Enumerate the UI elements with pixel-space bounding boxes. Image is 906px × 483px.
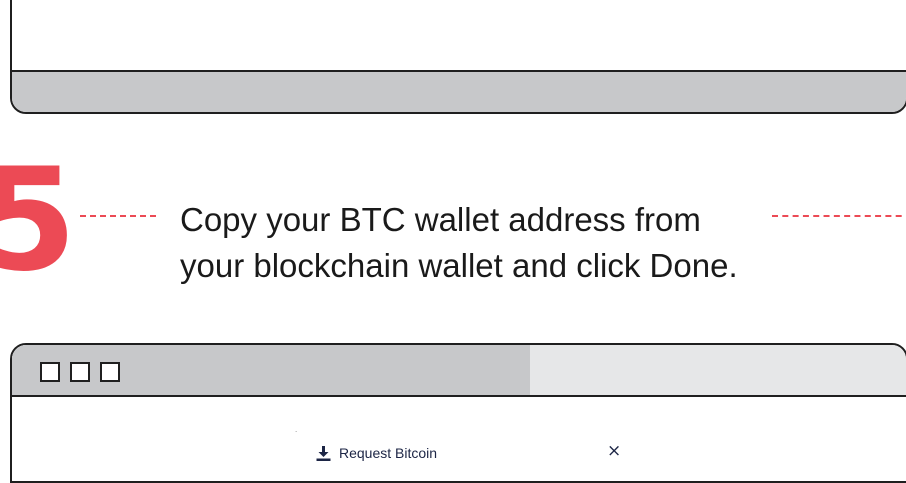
- close-icon[interactable]: ×: [607, 441, 621, 461]
- request-bitcoin-dialog-header: Request Bitcoin: [316, 443, 437, 463]
- window-title-bar: [12, 345, 906, 397]
- instruction-line-2: your blockchain wallet and click Done.: [180, 247, 738, 284]
- dialog-title: Request Bitcoin: [339, 445, 438, 461]
- top-window-frame: [10, 0, 906, 114]
- dashed-connector-left: [80, 215, 156, 217]
- download-icon: [316, 445, 331, 461]
- bottom-window-frame: · Request Bitcoin ×: [10, 343, 906, 483]
- instruction-line-1: Copy your BTC wallet address from: [180, 201, 701, 238]
- window-control-button-2[interactable]: [70, 362, 90, 382]
- top-window-status-bar: [12, 70, 906, 112]
- window-control-button-3[interactable]: [100, 362, 120, 382]
- step-instruction: Copy your BTC wallet address from your b…: [180, 197, 840, 289]
- dashed-connector-right: [772, 215, 906, 217]
- top-window-content: [12, 0, 906, 72]
- step-number: 5: [0, 138, 77, 303]
- window-control-button-1[interactable]: [40, 362, 60, 382]
- tiny-mark: ·: [295, 428, 298, 436]
